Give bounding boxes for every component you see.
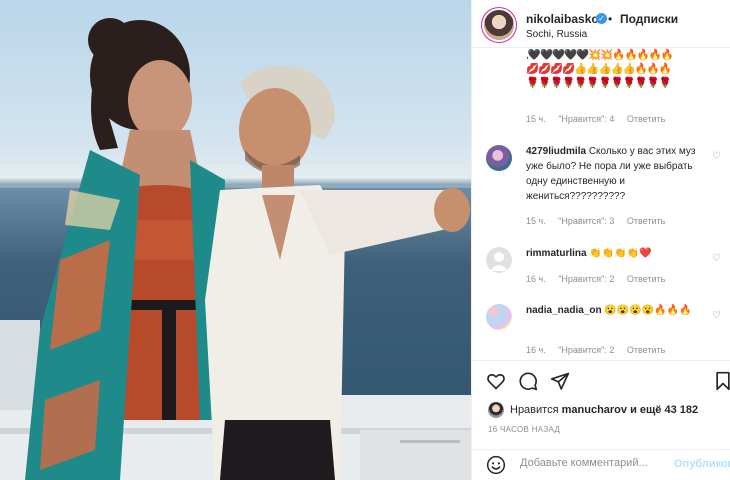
post-header: nikolaibaskov ✓ • Подписки Sochi, Russia [472, 0, 730, 48]
add-comment-bar: Опубликовать [472, 449, 730, 480]
comment-text: 👏👏👏👏❤️ [589, 248, 652, 259]
instagram-post-view: nikolaibaskov ✓ • Подписки Sochi, Russia… [0, 0, 730, 480]
commenter-username[interactable]: 4279liudmila [526, 146, 586, 157]
comment-like-heart-icon[interactable]: ♡ [712, 253, 721, 264]
comment-time: 15 ч. [526, 114, 546, 124]
separator-dot: • [608, 12, 613, 26]
liker-username[interactable]: manucharov [562, 404, 627, 416]
likes-prefix: Нравится [510, 403, 559, 416]
comment-emoji-line: ,🖤🖤🖤🖤🖤💥💥🔥🔥🔥🔥🔥 [526, 49, 674, 61]
comment-body: rimmaturlina 👏👏👏👏❤️ [526, 246, 708, 261]
commenter-avatar[interactable] [486, 304, 512, 330]
comment-body: 4279liudmila Сколько у вас этих муз уже … [526, 144, 708, 204]
reply-button[interactable]: Ответить [627, 114, 665, 124]
commenter-username[interactable]: rimmaturlina [526, 248, 587, 259]
post-timestamp[interactable]: 16 ЧАСОВ НАЗАД [488, 425, 560, 434]
liker-avatar[interactable] [488, 402, 504, 418]
default-avatar-icon [490, 252, 508, 271]
comments-list[interactable]: ,🖤🖤🖤🖤🖤💥💥🔥🔥🔥🔥🔥 💋💋💋💋👍👍👍👍👍🔥🔥🔥 🌹🌹🌹🌹🌹🌹🌹🌹🌹🌹🌹🌹 … [472, 48, 730, 360]
comment-time: 15 ч. [526, 216, 546, 226]
heart-icon[interactable] [486, 371, 506, 391]
comment-meta: 16 ч. "Нравится": 2 Ответить [526, 345, 675, 355]
reply-button[interactable]: Ответить [627, 274, 665, 284]
author-avatar[interactable] [484, 10, 514, 40]
comment-input[interactable] [518, 456, 672, 470]
comment-body: nadia_nadia_on 😮😮😮😮🔥🔥🔥 [526, 303, 708, 318]
smiley-icon[interactable] [486, 455, 506, 475]
comment-like-heart-icon[interactable]: ♡ [712, 310, 721, 321]
commenter-avatar[interactable] [486, 247, 512, 273]
likes-summary: Нравится manucharov и ещё 43 182 [488, 402, 698, 418]
post-photo[interactable] [0, 0, 471, 480]
photo-illustration [0, 18, 471, 480]
comment-icon[interactable] [518, 371, 538, 391]
post-location[interactable]: Sochi, Russia [526, 29, 587, 40]
commenter-username[interactable]: nadia_nadia_on [526, 305, 602, 316]
verified-badge-icon: ✓ [596, 13, 607, 24]
reply-button[interactable]: Ответить [627, 216, 665, 226]
publish-button[interactable]: Опубликовать [674, 458, 730, 470]
comment-emoji-line: 💋💋💋💋👍👍👍👍👍🔥🔥🔥 [526, 63, 672, 75]
commenter-avatar[interactable] [486, 145, 512, 171]
comment-emoji-line: 🌹🌹🌹🌹🌹🌹🌹🌹🌹🌹🌹🌹 [526, 77, 672, 89]
comment-meta: 16 ч. "Нравится": 2 Ответить [526, 274, 675, 284]
comment-like-heart-icon[interactable]: ♡ [712, 151, 721, 162]
comment-likes[interactable]: "Нравится": 2 [558, 274, 614, 284]
comment-likes[interactable]: "Нравится": 4 [558, 114, 614, 124]
comment-likes[interactable]: "Нравится": 3 [558, 216, 614, 226]
likes-count[interactable]: и ещё 43 182 [630, 404, 698, 416]
comment-likes[interactable]: "Нравится": 2 [558, 345, 614, 355]
post-side-panel: nikolaibaskov ✓ • Подписки Sochi, Russia… [471, 0, 730, 480]
comment-meta: 15 ч. "Нравится": 3 Ответить [526, 216, 675, 226]
comment-text: 😮😮😮😮🔥🔥🔥 [604, 305, 692, 316]
reply-button[interactable]: Ответить [627, 345, 665, 355]
author-username[interactable]: nikolaibaskov [526, 12, 605, 26]
paper-plane-icon[interactable] [550, 371, 570, 391]
bookmark-icon[interactable] [714, 371, 730, 391]
post-actions: Нравится manucharov и ещё 43 182 16 ЧАСО… [472, 360, 730, 450]
comment-time: 16 ч. [526, 274, 546, 284]
comment-time: 16 ч. [526, 345, 546, 355]
comment-meta: 15 ч. "Нравится": 4 Ответить [526, 114, 675, 124]
follow-status-button[interactable]: Подписки [620, 12, 678, 26]
